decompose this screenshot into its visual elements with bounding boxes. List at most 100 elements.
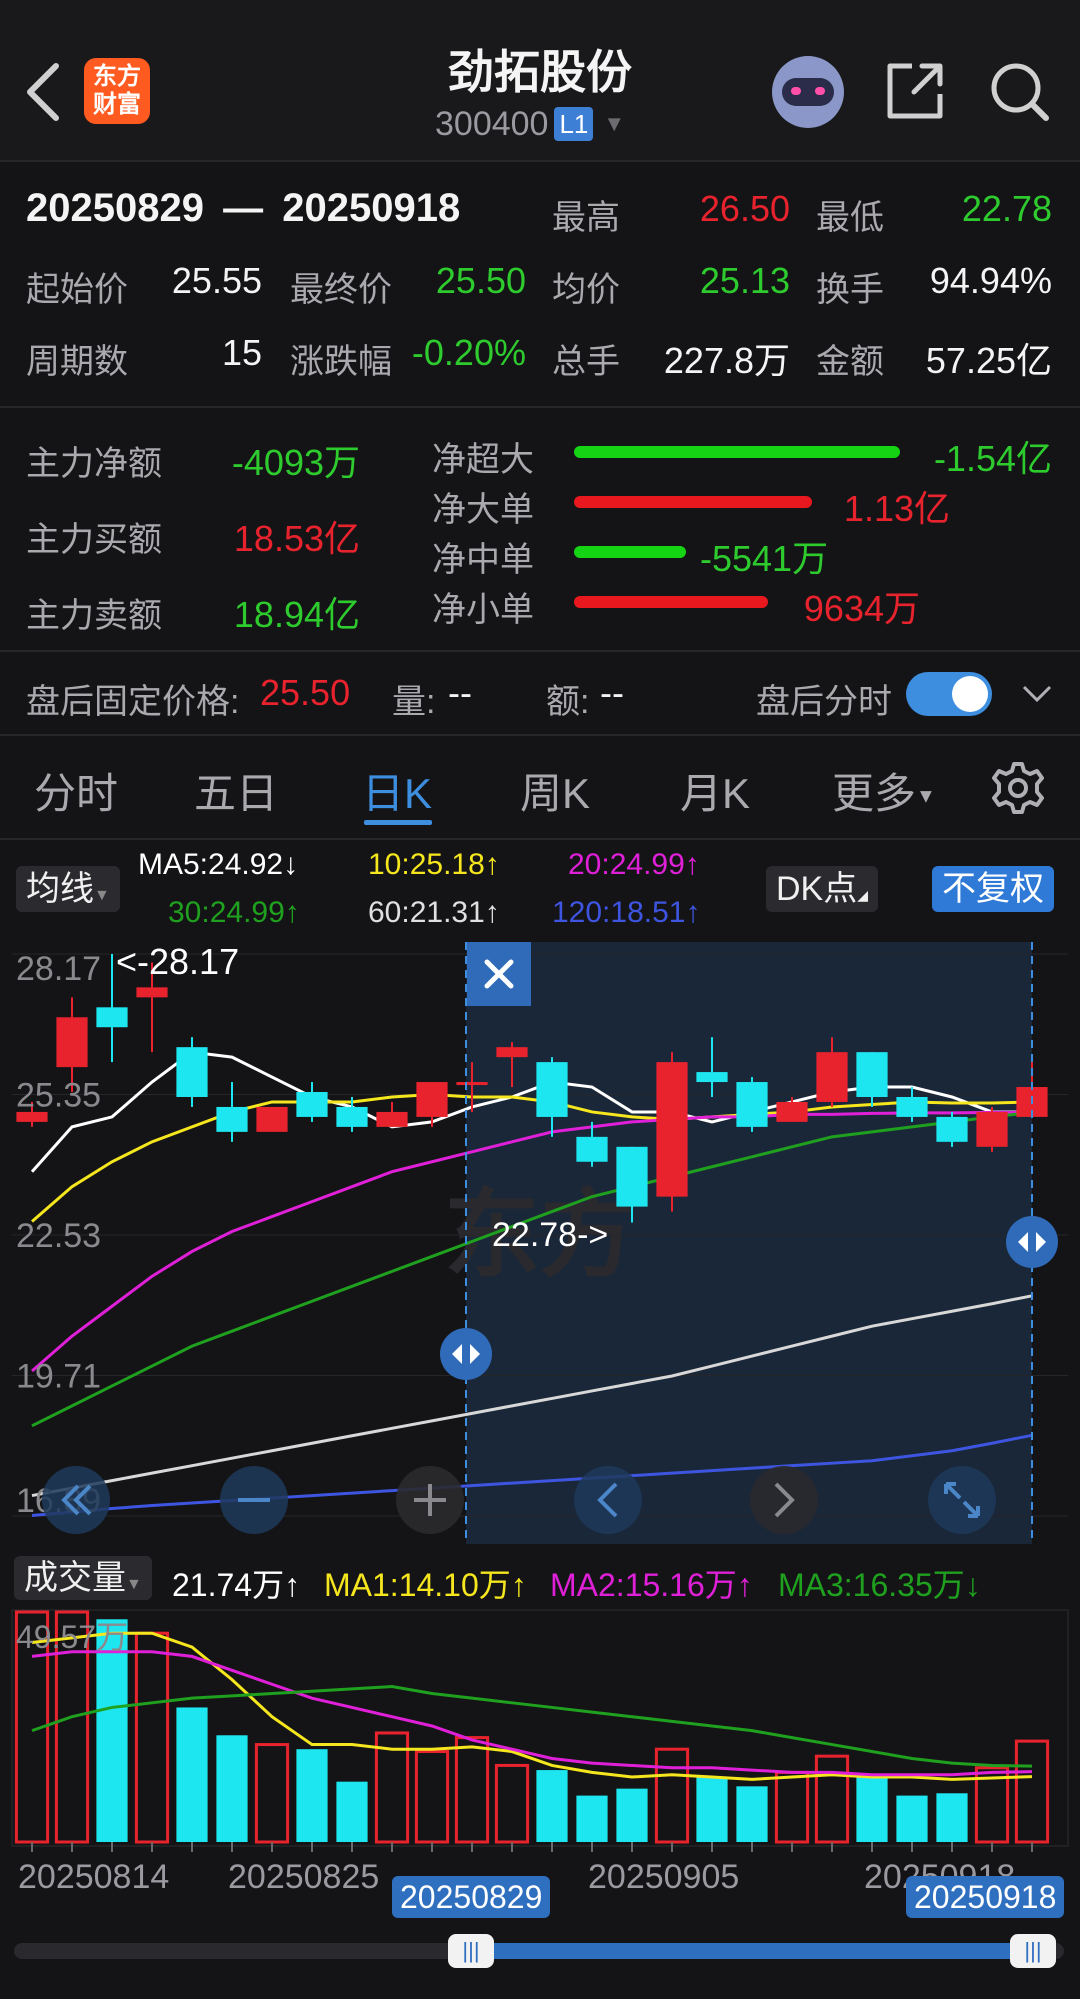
after-hours-price-value: 25.50 [260, 672, 351, 713]
min-price-annotation: 22.78-> [492, 1216, 608, 1254]
gear-icon[interactable] [990, 760, 1046, 816]
tab-weekly-k[interactable]: 周K [520, 760, 590, 821]
candle-body [576, 1136, 608, 1162]
tab-monthly-k[interactable]: 月K [680, 760, 750, 821]
volume-label: 总手 [552, 343, 620, 381]
candle-body [56, 1017, 88, 1068]
adjust-button[interactable]: 不复权 [932, 866, 1054, 912]
level-badge: L1 [554, 107, 594, 141]
caret-down-icon: ▼ [126, 1576, 142, 1593]
volume-bar [696, 1777, 728, 1842]
divider [0, 406, 1080, 408]
range-dash: — [223, 186, 264, 230]
divider [0, 650, 1080, 652]
range-start-label: 20250829 [392, 1876, 551, 1918]
volume-bar [296, 1749, 328, 1842]
price-tick-label: 25.35 [16, 1077, 101, 1115]
open-label: 起始价 [26, 271, 128, 309]
after-hours-toggle-label: 盘后分时 [756, 683, 892, 721]
scroll-left-button[interactable] [574, 1466, 642, 1534]
corner-caret-icon: ◢ [857, 887, 869, 903]
volume-ma1: MA1:14.10万↑ [324, 1567, 527, 1603]
ma30-value: 30:24.99↑ [168, 896, 300, 929]
candle-body [816, 1052, 848, 1102]
volume-bar [216, 1735, 248, 1842]
caret-down-icon: ▼ [603, 111, 626, 136]
volume-current: 21.74万↑ [172, 1567, 301, 1603]
close-value: 25.50 [435, 260, 526, 301]
ma-selector[interactable]: 均线▼ [16, 866, 120, 912]
after-hours-toggle[interactable] [906, 672, 992, 716]
stock-code: 300400 [435, 104, 549, 143]
scroll-right-button[interactable] [750, 1466, 818, 1534]
date-label: 20250905 [588, 1858, 739, 1896]
chevron-down-icon[interactable] [1022, 684, 1052, 704]
share-icon[interactable] [884, 60, 946, 122]
candle-body [536, 1062, 568, 1117]
range-slider-selection [470, 1943, 1032, 1959]
candle-body [376, 1111, 408, 1127]
turnover-label: 换手 [816, 271, 884, 309]
zoom-in-button[interactable] [396, 1466, 464, 1534]
volume-bar [936, 1793, 968, 1842]
flow-medium-value: -5541万 [700, 538, 829, 579]
low-value: 22.78 [961, 188, 1052, 229]
flow-super-value: -1.54亿 [933, 438, 1052, 479]
candle-body [976, 1111, 1008, 1147]
dk-point-label: DK点 [776, 870, 858, 908]
date-range: 20250829 — 20250918 [26, 186, 460, 231]
volume-ma3: MA3:16.35万↓ [778, 1567, 981, 1603]
range-slider-handle-left[interactable]: ||| [448, 1934, 494, 1968]
price-tick-label: 19.71 [16, 1358, 101, 1396]
ma120-value: 120:18.51↑ [552, 896, 701, 929]
price-tick-label: 28.17 [16, 950, 101, 988]
range-handle-left[interactable] [440, 1328, 492, 1380]
avg-value: 25.13 [699, 260, 790, 301]
stock-code-row[interactable]: 300400 L1 ▼ [435, 102, 625, 146]
after-hours-amount-value: -- [600, 672, 624, 713]
candle-body [296, 1092, 328, 1117]
tab-intraday[interactable]: 分时 [34, 760, 118, 821]
after-hours-volume-label: 量: [392, 683, 436, 721]
volume-bar [336, 1781, 368, 1842]
ma60-value: 60:21.31↑ [368, 896, 500, 929]
candle-body [96, 1007, 128, 1028]
candlestick-chart[interactable]: 东方 28.1725.3522.5319.7116.89 <-28.17 22.… [0, 938, 1080, 1548]
range-start: 20250829 [26, 186, 204, 230]
candle-body [216, 1106, 248, 1132]
volume-indicator-label: 成交量 [24, 1559, 126, 1597]
candle-body [416, 1082, 448, 1117]
volume-bar [856, 1777, 888, 1842]
change-label: 涨跌幅 [290, 343, 392, 381]
candle-body [736, 1082, 768, 1127]
range-handle-right[interactable] [1006, 1216, 1058, 1268]
divider [0, 160, 1080, 162]
ma10-value: 10:25.18↑ [368, 848, 500, 881]
robot-assistant-icon[interactable] [772, 56, 844, 128]
open-value: 25.55 [171, 260, 262, 301]
volume-indicator-selector[interactable]: 成交量▼ [14, 1556, 152, 1600]
volume-bar [576, 1795, 608, 1842]
candle-body [896, 1096, 928, 1117]
divider [0, 838, 1080, 840]
after-hours-volume-value: -- [448, 672, 472, 713]
scroll-fast-left-button[interactable] [42, 1466, 110, 1534]
tab-more[interactable]: 更多▼ [832, 760, 936, 821]
candle-body [616, 1146, 648, 1207]
main-sell-label: 主力卖额 [26, 597, 162, 635]
tab-five-day[interactable]: 五日 [194, 760, 278, 821]
amount-value: 57.25亿 [925, 340, 1052, 381]
tab-daily-k[interactable]: 日K [362, 760, 432, 821]
dk-point-button[interactable]: DK点◢ [766, 866, 879, 912]
range-slider-handle-right[interactable]: ||| [1010, 1934, 1056, 1968]
volume-value: 227.8万 [663, 340, 790, 381]
caret-down-icon: ▼ [94, 887, 110, 904]
active-tab-indicator [364, 820, 432, 825]
max-price-annotation: <-28.17 [116, 941, 239, 982]
zoom-out-button[interactable] [220, 1466, 288, 1534]
search-icon[interactable] [988, 60, 1052, 124]
fullscreen-button[interactable] [928, 1466, 996, 1534]
volume-bar [176, 1707, 208, 1842]
flow-small-value: 9634万 [803, 588, 920, 629]
volume-chart[interactable]: 49.57万 20250814 20250825 20250905 20250918 [0, 1606, 1080, 1922]
